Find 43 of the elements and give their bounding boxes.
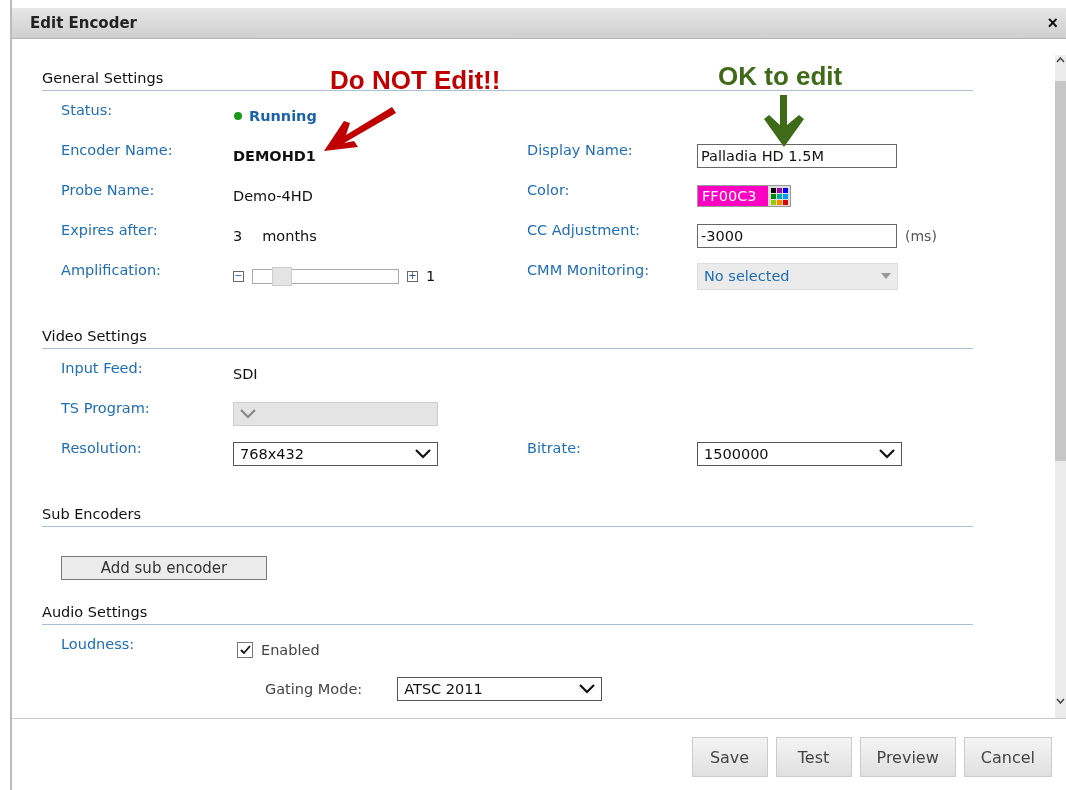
field-label: TS Program: — [61, 399, 151, 416]
field-value: SDI — [233, 366, 259, 382]
field-label: Resolution: — [61, 439, 143, 456]
annotation-text: OK to edit — [718, 61, 843, 92]
field-label: Bitrate: — [527, 439, 582, 456]
field-label: Amplification: — [61, 261, 162, 278]
expires-number: 3 — [233, 228, 243, 244]
annotation-text: Do NOT Edit!! — [330, 65, 501, 96]
slider-value: 1 — [426, 268, 436, 284]
field-label: Display Name: — [527, 141, 634, 158]
footer-button[interactable]: Preview — [859, 737, 956, 777]
decrease-button[interactable]: − — [233, 270, 244, 282]
text-input[interactable]: -3000 — [697, 224, 897, 248]
unit-label: (ms) — [905, 228, 937, 244]
field-label: Expires after: — [61, 221, 159, 238]
footer-button[interactable]: Test — [775, 737, 852, 777]
text-input[interactable]: Palladia HD 1.5M — [697, 144, 897, 168]
field-label: Status: — [61, 101, 114, 118]
close-button[interactable]: × — [1043, 12, 1062, 34]
section-heading: Audio Settings — [42, 604, 973, 625]
expires-unit: months — [262, 228, 317, 244]
dropdown[interactable]: ATSC 2011 — [397, 677, 603, 701]
window-title: Edit Encoder — [30, 14, 137, 32]
status-text: Running — [249, 108, 317, 124]
section-heading: Video Settings — [42, 328, 973, 349]
field-label: Probe Name: — [61, 181, 156, 198]
increase-button[interactable]: + — [407, 270, 418, 282]
field-label: Color: — [527, 181, 571, 198]
field-label: Input Feed: — [61, 359, 144, 376]
checkbox-label: Enabled — [261, 642, 320, 658]
section-heading: Sub Encoders — [42, 506, 973, 527]
field-label: Gating Mode: — [265, 681, 363, 697]
dropdown[interactable]: 1500000 — [697, 442, 902, 466]
field-value: Demo-4HD — [233, 188, 314, 204]
field-label: CC Adjustment: — [527, 221, 641, 238]
footer-button[interactable]: Cancel — [963, 737, 1052, 777]
field-label: Loudness: — [61, 635, 136, 652]
field-label: CMM Monitoring: — [527, 261, 651, 278]
dropdown[interactable]: 768x432 — [233, 442, 438, 466]
footer-button[interactable]: Save — [691, 737, 768, 777]
field-label: Encoder Name: — [61, 141, 174, 158]
add-sub-encoder-button[interactable]: Add sub encoder — [61, 556, 267, 580]
encoder-name: DEMOHD1 — [233, 148, 317, 164]
